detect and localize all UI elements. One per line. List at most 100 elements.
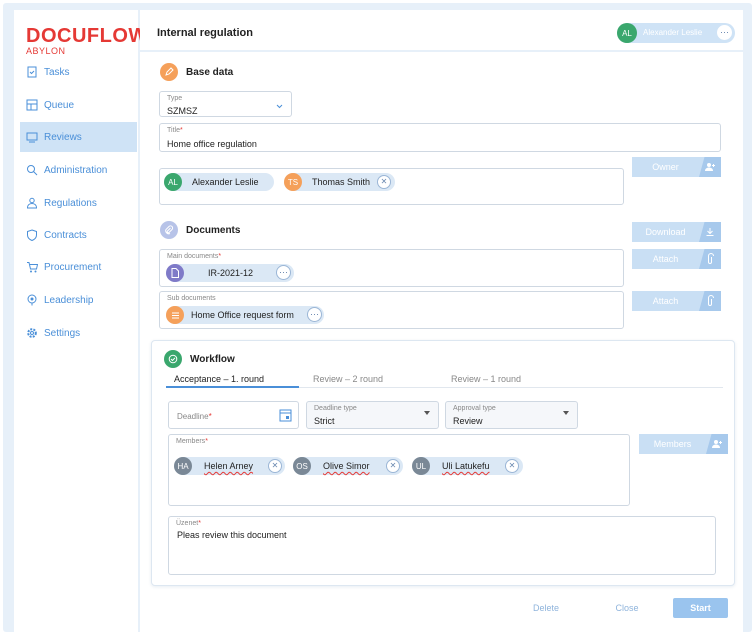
sidebar-item-tasks[interactable]: Tasks xyxy=(20,57,137,87)
remove-owner-icon[interactable]: ✕ xyxy=(377,175,391,189)
title-value: Home office regulation xyxy=(167,139,257,149)
caret-down-icon xyxy=(563,411,569,415)
paperclip-icon xyxy=(699,291,721,311)
sidebar: DOCUFLOW ABYLON Tasks Queue Reviews Admi… xyxy=(14,10,147,632)
owners-field[interactable]: AL Alexander Leslie TS Thomas Smith ✕ xyxy=(159,168,624,205)
pen-icon xyxy=(160,63,178,81)
shield-icon xyxy=(27,229,37,241)
type-select[interactable]: Type SZMSZ xyxy=(159,91,292,117)
sub-documents-field[interactable]: Sub documents Home Office request form ⋯ xyxy=(159,291,624,329)
members-field[interactable]: Members* HA Helen Arney ✕ OS Olive Simor… xyxy=(168,434,630,506)
section-title-documents: Documents xyxy=(186,225,241,236)
caret-down-icon xyxy=(424,411,430,415)
message-label: Üzenet* xyxy=(176,520,201,527)
sidebar-item-settings[interactable]: Settings xyxy=(20,318,137,348)
approval-type-label: Approval type xyxy=(453,405,496,412)
sidebar-item-label: Settings xyxy=(44,327,81,339)
delete-button[interactable]: Delete xyxy=(511,598,581,618)
member-name: Olive Simor xyxy=(323,461,370,471)
avatar: TS xyxy=(284,173,302,191)
type-label: Type xyxy=(167,95,183,102)
avatar: AL xyxy=(164,173,182,191)
sidebar-item-label: Procurement xyxy=(44,261,102,273)
tab-review-1[interactable]: Review – 1 round xyxy=(451,374,521,384)
download-icon xyxy=(699,222,721,242)
members-button[interactable]: Members xyxy=(639,434,728,454)
page-title: Internal regulation xyxy=(157,27,253,39)
queue-icon xyxy=(26,99,38,111)
member-chip: HA Helen Arney ✕ xyxy=(174,457,285,475)
tab-acceptance-1[interactable]: Acceptance – 1. round xyxy=(174,374,264,384)
deadline-type-label: Deadline type xyxy=(314,405,357,412)
owner-chip: AL Alexander Leslie xyxy=(164,173,274,191)
document-chip: IR-2021-12 ⋯ xyxy=(166,264,294,282)
tab-review-2[interactable]: Review – 2 round xyxy=(313,374,383,384)
user-menu[interactable]: AL Alexander Leslie ⋯ xyxy=(617,23,735,43)
approval-type-select[interactable]: Approval type Review xyxy=(445,401,578,429)
owner-button[interactable]: Owner xyxy=(632,157,721,177)
leadership-icon xyxy=(27,294,37,306)
document-name: IR-2021-12 xyxy=(208,268,254,278)
approval-type-value: Review xyxy=(453,416,483,426)
owner-name: Alexander Leslie xyxy=(192,177,259,187)
sidebar-item-label: Leadership xyxy=(44,294,94,306)
attach-sub-button[interactable]: Attach xyxy=(632,291,721,311)
remove-member-icon[interactable]: ✕ xyxy=(268,459,282,473)
member-chip: UL Uli Latukefu ✕ xyxy=(412,457,523,475)
sidebar-item-queue[interactable]: Queue xyxy=(20,90,137,120)
document-options-icon[interactable]: ⋯ xyxy=(307,307,322,322)
avatar: HA xyxy=(174,457,192,475)
sidebar-item-procurement[interactable]: Procurement xyxy=(20,252,137,282)
logo-sub: ABYLON xyxy=(26,46,66,56)
type-value: SZMSZ xyxy=(167,106,198,116)
document-options-icon[interactable]: ⋯ xyxy=(276,265,291,280)
deadline-field[interactable]: Deadline* xyxy=(168,401,299,429)
add-user-icon xyxy=(706,434,728,454)
attach-main-button[interactable]: Attach xyxy=(632,249,721,269)
cart-icon xyxy=(27,262,38,273)
calendar-icon[interactable] xyxy=(279,408,292,422)
title-field[interactable]: Title* Home office regulation xyxy=(159,123,721,152)
main-documents-field[interactable]: Main documents* IR-2021-12 ⋯ xyxy=(159,249,624,287)
download-button-label: Download xyxy=(645,227,686,237)
deadline-label: Deadline* xyxy=(177,412,212,421)
sidebar-item-administration[interactable]: Administration xyxy=(20,155,137,185)
add-user-icon xyxy=(699,157,721,177)
remove-member-icon[interactable]: ✕ xyxy=(505,459,519,473)
deadline-type-select[interactable]: Deadline type Strict xyxy=(306,401,439,429)
sidebar-item-leadership[interactable]: Leadership xyxy=(20,285,137,315)
reviews-icon xyxy=(26,132,38,143)
message-field[interactable]: Üzenet* Pleas review this document xyxy=(168,516,716,575)
gear-icon xyxy=(27,328,37,338)
sidebar-item-label: Reviews xyxy=(44,131,82,143)
sidebar-item-label: Administration xyxy=(44,164,108,176)
user-options-icon[interactable]: ⋯ xyxy=(717,25,732,40)
sub-documents-label: Sub documents xyxy=(167,295,216,302)
sidebar-item-regulations[interactable]: Regulations xyxy=(20,188,137,218)
start-button[interactable]: Start xyxy=(673,598,728,618)
task-icon xyxy=(27,66,37,78)
owner-chip: TS Thomas Smith ✕ xyxy=(284,173,395,191)
member-chip: OS Olive Simor ✕ xyxy=(293,457,403,475)
remove-member-icon[interactable]: ✕ xyxy=(386,459,400,473)
attach-button-label: Attach xyxy=(652,254,679,264)
active-tab-indicator xyxy=(166,386,299,388)
logo: DOCUFLOW xyxy=(26,25,148,47)
chevron-down-icon xyxy=(276,104,283,109)
avatar: UL xyxy=(412,457,430,475)
avatar: OS xyxy=(293,457,311,475)
close-button[interactable]: Close xyxy=(591,598,663,618)
download-button[interactable]: Download xyxy=(632,222,721,242)
main-documents-label: Main documents* xyxy=(167,253,222,260)
section-title-workflow: Workflow xyxy=(190,354,235,365)
top-bar: Internal regulation AL Alexander Leslie … xyxy=(140,10,743,50)
document-icon xyxy=(166,264,184,282)
sidebar-item-reviews[interactable]: Reviews xyxy=(20,122,137,152)
title-label: Title* xyxy=(167,127,183,134)
sidebar-item-contracts[interactable]: Contracts xyxy=(20,220,137,250)
form-icon xyxy=(166,306,184,324)
document-chip: Home Office request form ⋯ xyxy=(166,306,324,324)
paperclip-icon xyxy=(160,221,178,239)
owner-button-label: Owner xyxy=(652,162,679,172)
sidebar-item-label: Tasks xyxy=(44,66,70,78)
